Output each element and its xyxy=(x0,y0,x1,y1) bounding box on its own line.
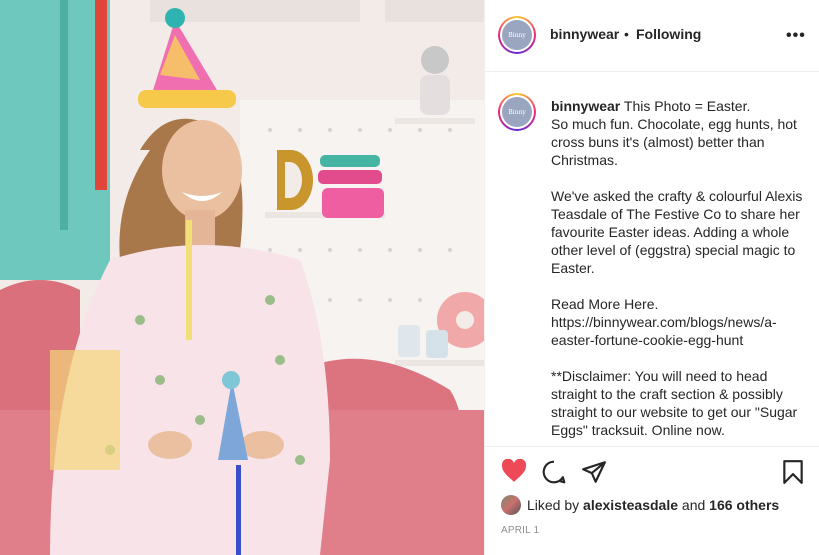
more-horizontal-icon[interactable]: ••• xyxy=(786,27,806,45)
caption-line1: This Photo = Easter. xyxy=(623,98,751,114)
action-bar: Liked by alexisteasdale and 166 others A… xyxy=(485,446,819,555)
caption-username[interactable]: binnywear xyxy=(551,98,620,114)
comment-icon[interactable] xyxy=(541,459,567,490)
caption-para3: Read More Here. https://binnywear.com/bl… xyxy=(551,296,777,348)
avatar-image: Binny xyxy=(502,97,532,127)
header-username[interactable]: binnywear xyxy=(550,26,619,42)
likes-others[interactable]: 166 others xyxy=(709,497,779,513)
post-date[interactable]: APRIL 1 xyxy=(501,525,539,536)
instagram-post: Binny binnywear • Following ••• Binny bi… xyxy=(0,0,819,555)
caption-para1: So much fun. Chocolate, egg hunts, hot c… xyxy=(551,116,797,168)
likes-prefix: Liked by xyxy=(527,497,580,513)
bookmark-icon[interactable] xyxy=(781,459,805,490)
heart-filled-icon[interactable] xyxy=(501,458,527,488)
caption-avatar[interactable]: Binny xyxy=(498,93,536,131)
photo-illustration xyxy=(0,0,484,555)
separator-dot: • xyxy=(624,26,629,42)
caption-para4: **Disclaimer: You will need to head stra… xyxy=(551,368,798,438)
profile-avatar[interactable]: Binny xyxy=(498,16,536,54)
avatar-image: Binny xyxy=(502,20,532,50)
liker-username[interactable]: alexisteasdale xyxy=(583,497,678,513)
caption-text: binnywear This Photo = Easter. So much f… xyxy=(551,97,809,445)
caption-para2: We've asked the crafty & colourful Alexi… xyxy=(551,188,803,276)
likes-conj: and xyxy=(681,497,706,513)
post-details-panel: Binny binnywear • Following ••• Binny bi… xyxy=(484,0,819,555)
post-header: Binny binnywear • Following ••• xyxy=(485,0,819,72)
likes-row: Liked by alexisteasdale and 166 others xyxy=(501,495,779,515)
share-icon[interactable] xyxy=(581,459,607,490)
liker-avatar[interactable] xyxy=(501,495,521,515)
caption-area: Binny binnywear This Photo = Easter. So … xyxy=(485,73,819,445)
following-button[interactable]: Following xyxy=(636,26,701,42)
post-photo[interactable] xyxy=(0,0,484,555)
